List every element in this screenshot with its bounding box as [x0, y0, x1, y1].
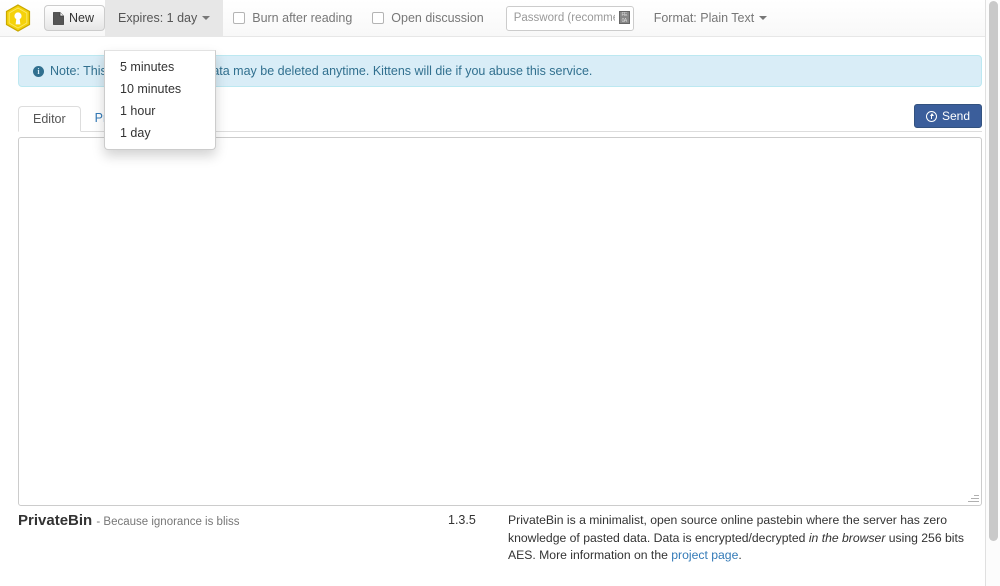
expires-option-1-hour[interactable]: 1 hour: [105, 100, 215, 122]
footer-description: PrivateBin is a minimalist, open source …: [508, 512, 978, 565]
checkbox-box: [372, 12, 385, 24]
footer-desc-end: .: [738, 548, 742, 562]
footer-desc-italic: in the browser: [808, 530, 886, 545]
file-document-icon: [53, 11, 64, 25]
expires-dropdown-menu: 5 minutes 10 minutes 1 hour 1 day: [104, 50, 216, 150]
open-discussion-checkbox[interactable]: Open discussion: [362, 0, 493, 37]
page-scrollbar[interactable]: [985, 0, 1000, 586]
paste-editor-textarea[interactable]: [18, 137, 982, 506]
expires-option-5-minutes[interactable]: 5 minutes: [105, 56, 215, 78]
grip-line: [971, 498, 979, 499]
burn-after-reading-checkbox[interactable]: Burn after reading: [223, 0, 362, 37]
expires-option-1-day[interactable]: 1 day: [105, 122, 215, 144]
tab-editor[interactable]: Editor: [18, 106, 81, 132]
upload-circle-icon: [925, 110, 937, 122]
send-button-label: Send: [941, 109, 970, 123]
footer-brand: PrivateBin - Because ignorance is bliss: [18, 512, 240, 529]
grip-line: [974, 495, 979, 496]
project-page-link[interactable]: project page: [671, 548, 738, 562]
textarea-resize-handle[interactable]: [966, 490, 980, 504]
info-circle-icon: i: [33, 65, 44, 77]
checkbox-box: [233, 12, 246, 24]
new-paste-label: New: [69, 11, 95, 25]
scrollbar-thumb[interactable]: [989, 1, 998, 541]
burn-after-reading-label: Burn after reading: [252, 11, 353, 25]
top-navbar: New Expires: 1 day Burn after reading Op…: [0, 0, 1000, 37]
password-input[interactable]: [505, 5, 634, 31]
new-paste-button[interactable]: New: [44, 5, 106, 31]
open-discussion-label: Open discussion: [391, 11, 484, 25]
app-logo[interactable]: [0, 0, 36, 37]
key-glyph-icon: FE 0A: [618, 10, 630, 24]
expires-dropdown-toggle[interactable]: Expires: 1 day: [105, 0, 224, 37]
password-field-wrapper: FE0A: [505, 5, 634, 31]
footer-slogan: - Because ignorance is bliss: [96, 516, 240, 528]
expires-label: Expires: 1 day: [118, 11, 198, 25]
caret-down-icon: [202, 16, 211, 20]
grip-line: [968, 501, 979, 502]
caret-down-icon: [759, 16, 768, 20]
expires-option-10-minutes[interactable]: 10 minutes: [105, 78, 215, 100]
hexagon-keyhole-logo-icon: [5, 4, 31, 32]
format-dropdown-toggle[interactable]: Format: Plain Text: [644, 0, 778, 37]
footer-brand-name: PrivateBin: [18, 512, 93, 529]
send-button[interactable]: Send: [913, 104, 982, 128]
footer-version: 1.3.5: [448, 513, 476, 527]
format-label: Format: Plain Text: [653, 11, 755, 25]
